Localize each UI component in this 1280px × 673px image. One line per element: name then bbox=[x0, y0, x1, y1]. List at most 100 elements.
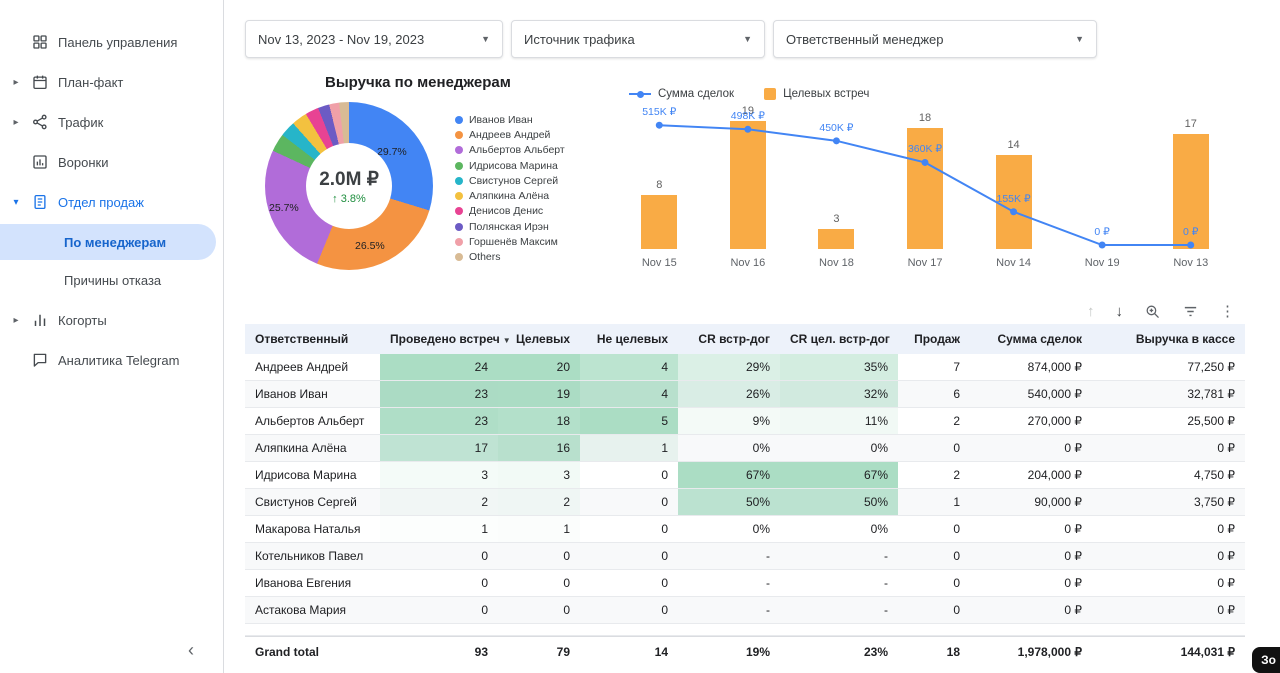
cell-value: 2 bbox=[498, 489, 580, 515]
table-row[interactable]: Иванова Евгения 0 0 0 - - 0 0 ₽ 0 ₽ bbox=[245, 570, 1245, 597]
column-header[interactable]: Выручка в кассе bbox=[1092, 324, 1245, 354]
donut-legend-item: Свистунов Сергей bbox=[455, 173, 565, 188]
traffic-source-filter[interactable]: Источник трафика ▼ bbox=[511, 20, 765, 58]
legend-color-dot bbox=[455, 238, 463, 247]
table-row[interactable]: Идрисова Марина 3 3 0 67% 67% 2 204,000 ₽ 4,750 … bbox=[245, 462, 1245, 489]
calendar-icon bbox=[31, 73, 49, 91]
manager-filter[interactable]: Ответственный менеджер ▼ bbox=[773, 20, 1097, 58]
cell-value: 3 bbox=[380, 462, 498, 488]
legend-color-dot bbox=[455, 222, 463, 231]
sidebar-item-funnels[interactable]: Воронки bbox=[0, 142, 223, 182]
donut-chart-title: Выручка по менеджерам bbox=[325, 74, 511, 91]
cell-value: 1 bbox=[580, 435, 678, 461]
cell-value: 1 bbox=[481, 522, 488, 536]
column-header[interactable]: CR встр-дог bbox=[678, 324, 780, 354]
table-row-partial[interactable] bbox=[245, 624, 1245, 636]
line-point[interactable] bbox=[1187, 241, 1195, 249]
cell-value: 0 bbox=[953, 522, 960, 536]
chevron-down-icon[interactable]: ▾ bbox=[10, 197, 22, 208]
cell-value: 32% bbox=[780, 381, 898, 407]
chevron-right-icon[interactable]: ▸ bbox=[10, 315, 22, 326]
chevron-right-icon[interactable]: ▸ bbox=[10, 117, 22, 128]
zoom-icon[interactable] bbox=[1144, 303, 1161, 320]
table-row[interactable]: Иванов Иван 23 19 4 26% 32% 6 540,000 ₽ 32,781 ₽ bbox=[245, 381, 1245, 408]
sidebar-subitem[interactable]: Причины отказа bbox=[0, 262, 223, 298]
column-header[interactable]: Сумма сделок bbox=[970, 324, 1092, 354]
cell-value: 0 bbox=[563, 576, 570, 590]
cell-value: 1 bbox=[953, 495, 960, 509]
cell-value: 6 bbox=[953, 387, 960, 401]
sidebar-item-plan-fact[interactable]: ▸ План-факт bbox=[0, 62, 223, 102]
date-range-filter[interactable]: Nov 13, 2023 - Nov 19, 2023 ▼ bbox=[245, 20, 503, 58]
sort-up-icon[interactable]: ↑ bbox=[1087, 303, 1095, 320]
cell-value: 2 bbox=[380, 489, 498, 515]
table-row[interactable]: Астакова Мария 0 0 0 - - 0 0 ₽ 0 ₽ bbox=[245, 597, 1245, 624]
sidebar-collapse-icon[interactable]: ‹ bbox=[188, 640, 194, 661]
column-header[interactable]: Не целевых bbox=[580, 324, 678, 354]
cell-value: 0 bbox=[481, 576, 488, 590]
table-row[interactable]: Андреев Андрей 24 20 4 29% 35% 7 874,000 ₽ 77,25… bbox=[245, 354, 1245, 381]
table-row[interactable]: Альбертов Альберт 23 18 5 9% 11% 2 270,000 ₽ 25,… bbox=[245, 408, 1245, 435]
donut-legend-item: Аляпкина Алёна bbox=[455, 188, 565, 203]
table-row[interactable]: Аляпкина Алёна 17 16 1 0% 0% 0 0 ₽ 0 ₽ bbox=[245, 435, 1245, 462]
slice-percvalue-label: 25.7% bbox=[269, 202, 299, 214]
sidebar-item-label: Когорты bbox=[58, 312, 107, 328]
column-header[interactable]: Продаж bbox=[898, 324, 970, 354]
table-row[interactable]: Свистунов Сергей 2 2 0 50% 50% 1 90,000 ₽ 3,750 … bbox=[245, 489, 1245, 516]
line-point[interactable] bbox=[655, 121, 663, 129]
line-series-icon bbox=[629, 90, 651, 98]
filter-icon[interactable] bbox=[1182, 303, 1199, 320]
line-point[interactable] bbox=[744, 125, 752, 133]
sort-down-icon[interactable]: ↓ bbox=[1116, 303, 1124, 320]
sidebar-item-sales-dept[interactable]: ▾ Отдел продаж bbox=[0, 182, 223, 222]
cell-manager-name: Идрисова Марина bbox=[255, 468, 357, 482]
line-point[interactable] bbox=[921, 158, 929, 166]
cell-value: 0 bbox=[661, 522, 668, 536]
combo-plot[interactable]: 8 515K ₽19 498K ₽3 450K ₽18 360K ₽14 155K ₽0 … bbox=[615, 105, 1235, 249]
table-header-row: Ответственный Проведено встреч ▼ Целевых Не … bbox=[245, 324, 1245, 354]
line-point[interactable] bbox=[1098, 241, 1106, 249]
column-header[interactable]: CR цел. встр-дог bbox=[780, 324, 898, 354]
cell-value: 29% bbox=[678, 354, 780, 380]
cell-value: 0 bbox=[661, 549, 668, 563]
sidebar-item-label: Аналитика Telegram bbox=[58, 352, 180, 368]
table-row[interactable]: Макарова Наталья 1 1 0 0% 0% 0 0 ₽ 0 ₽ bbox=[245, 516, 1245, 543]
line-point[interactable] bbox=[832, 137, 840, 145]
table-row[interactable]: Котельников Павел 0 0 0 - - 0 0 ₽ 0 ₽ bbox=[245, 543, 1245, 570]
legend-color-dot bbox=[455, 176, 463, 185]
funnel-icon bbox=[31, 153, 49, 171]
cell-value: 0 ₽ bbox=[1064, 576, 1082, 590]
chevron-right-icon[interactable]: ▸ bbox=[10, 77, 22, 88]
sidebar-item-label: План-факт bbox=[58, 74, 124, 90]
donut-legend-item: Others bbox=[455, 250, 565, 265]
sidebar-subitem[interactable]: По менеджерам bbox=[0, 224, 216, 260]
line-point[interactable] bbox=[1010, 208, 1018, 216]
cell-value: 19 bbox=[498, 381, 580, 407]
more-vert-icon[interactable]: ⋮ bbox=[1220, 302, 1235, 320]
sidebar-item-dashboard[interactable]: Панель управления bbox=[0, 22, 223, 62]
cell-value: - bbox=[766, 576, 770, 590]
dashboard-icon bbox=[31, 33, 49, 51]
cell-value: 18 bbox=[498, 408, 580, 434]
grand-total-value: 19% bbox=[745, 645, 770, 659]
sidebar-item-label: Трафик bbox=[58, 114, 104, 130]
sidebar-item-telegram[interactable]: Аналитика Telegram bbox=[0, 340, 223, 380]
donut-legend: Иванов Иван Андреев Андрей Альбертов Альбе… bbox=[455, 112, 565, 265]
cell-manager-name: Макарова Наталья bbox=[255, 522, 361, 536]
cell-value: 11% bbox=[780, 408, 898, 434]
legend-color-dot bbox=[455, 253, 463, 262]
sidebar-item-label: Панель управления bbox=[58, 34, 178, 50]
app-window: Панель управления ▸ План-факт ▸ Трафик Воронк… bbox=[0, 0, 1280, 673]
cell-manager-name: Астакова Мария bbox=[255, 603, 347, 617]
column-header[interactable]: Ответственный bbox=[245, 324, 380, 354]
column-header[interactable]: Проведено встреч ▼ bbox=[380, 324, 511, 354]
sidebar-item-traffic[interactable]: ▸ Трафик bbox=[0, 102, 223, 142]
donut-ring[interactable]: 29.7% 25.7% 26.5% 2.0M ₽ ↑ 3.8% bbox=[265, 102, 433, 270]
chevron-down-icon: ▼ bbox=[1075, 34, 1084, 44]
sidebar-item-cohorts[interactable]: ▸ Когорты bbox=[0, 300, 223, 340]
cell-value: 0 ₽ bbox=[1217, 441, 1235, 455]
cell-value: - bbox=[884, 576, 888, 590]
column-header[interactable]: Целевых bbox=[498, 324, 580, 354]
donut-legend-item: Горшенёв Максим bbox=[455, 234, 565, 249]
cell-value: 0 ₽ bbox=[1064, 441, 1082, 455]
